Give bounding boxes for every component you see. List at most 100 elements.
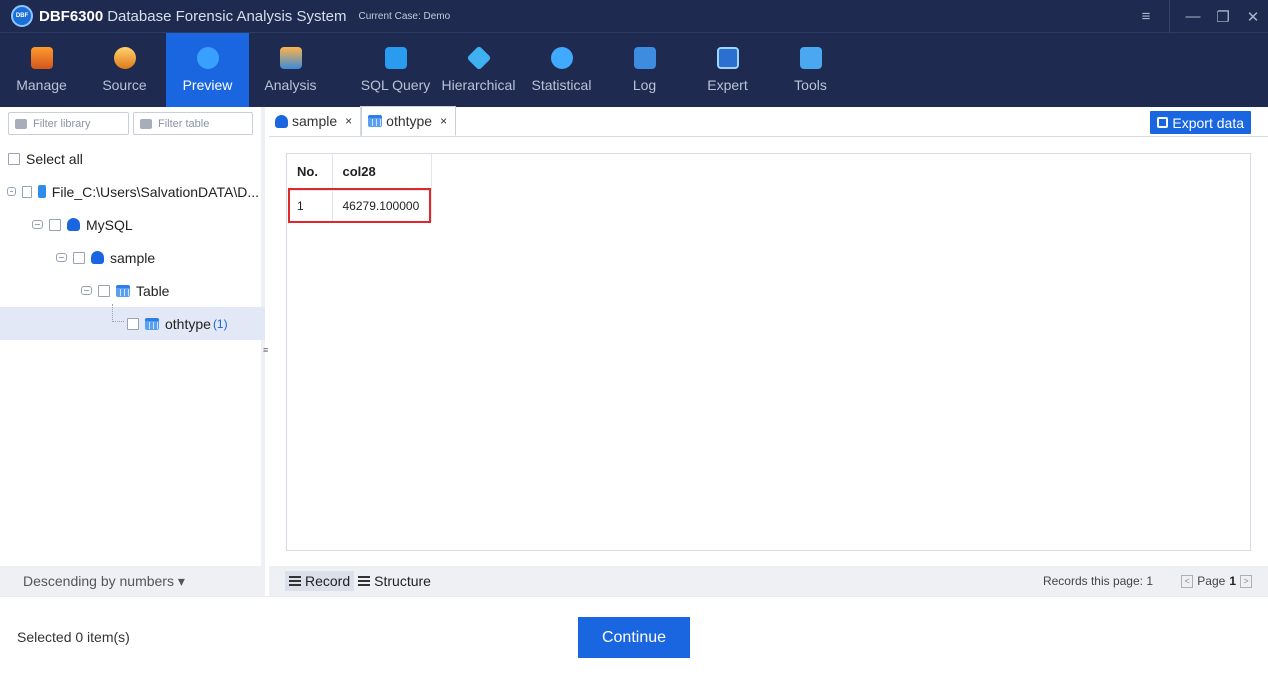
toolbar-label: Tools — [794, 77, 827, 93]
tree-item-file[interactable]: File_C:\Users\SalvationDATA\D... — [0, 175, 265, 208]
toolbar-log-button[interactable]: Log — [603, 33, 686, 107]
structure-icon — [358, 576, 371, 586]
collapse-icon[interactable] — [32, 220, 43, 229]
tools-icon — [799, 47, 822, 69]
tree-checkbox[interactable] — [127, 317, 139, 330]
close-tab-icon[interactable]: × — [440, 114, 447, 128]
select-all-row[interactable]: Select all — [0, 142, 265, 175]
selected-count: Selected 0 item(s) — [17, 629, 130, 645]
close-tab-icon[interactable]: × — [345, 114, 352, 128]
table-icon — [145, 317, 159, 330]
database-icon — [275, 114, 288, 128]
bottom-bar: Selected 0 item(s) Continue — [0, 596, 1268, 674]
panel-splitter-handle[interactable]: ≡ — [263, 345, 268, 355]
toolbar-manage-button[interactable]: Manage — [0, 33, 83, 107]
menu-icon[interactable]: ≡ — [1131, 8, 1161, 25]
toolbar-hierarchical-button[interactable]: Hierarchical — [437, 33, 520, 107]
divider — [1169, 0, 1170, 33]
main-toolbar: Manage Source Preview Analysis SQL Query… — [0, 33, 1268, 107]
filter-table-placeholder: Filter table — [157, 117, 210, 130]
export-data-button[interactable]: Export data — [1150, 111, 1251, 134]
record-view-label: Record — [305, 573, 351, 589]
close-icon[interactable]: ✕ — [1238, 8, 1268, 26]
pager: < Page 1 > — [1181, 574, 1252, 588]
toolbar-label: SQL Query — [360, 77, 431, 93]
export-icon — [1157, 117, 1169, 128]
list-icon — [289, 576, 301, 586]
log-icon — [633, 47, 656, 69]
sort-selector[interactable]: Descending by numbers ▾ — [0, 566, 265, 596]
app-name: DBF6300 — [39, 7, 104, 25]
toolbar-label: Log — [632, 77, 657, 93]
database-icon — [67, 218, 80, 231]
tree-item-table[interactable]: Table — [0, 274, 265, 307]
source-icon — [113, 47, 136, 69]
tree-item-label: File_C:\Users\SalvationDATA\D... — [51, 183, 259, 200]
toolbar-label: Statistical — [531, 77, 592, 93]
database-icon — [15, 118, 27, 129]
preview-icon — [196, 47, 219, 69]
tree-item-mysql[interactable]: MySQL — [0, 208, 265, 241]
minimize-icon[interactable]: — — [1178, 8, 1208, 25]
collapse-icon[interactable] — [81, 286, 92, 295]
restore-icon[interactable]: ❐ — [1208, 8, 1238, 26]
toolbar-sql-query-button[interactable]: SQL Query — [354, 33, 437, 107]
page-label: Page — [1197, 574, 1226, 588]
manage-icon — [30, 47, 53, 69]
tree-checkbox[interactable] — [98, 284, 110, 297]
tab-label: sample — [292, 113, 338, 129]
toolbar-source-button[interactable]: Source — [83, 33, 166, 107]
expert-icon — [716, 47, 739, 69]
tree-item-othtype[interactable]: othtype (1) — [0, 307, 265, 340]
prev-page-button[interactable]: < — [1181, 574, 1194, 588]
column-header-no[interactable]: No. — [287, 154, 333, 191]
page-number: 1 — [1229, 574, 1236, 588]
app-subtitle: Database Forensic Analysis System — [107, 7, 347, 25]
app-logo-icon: DBF — [11, 5, 33, 27]
tree-item-sample[interactable]: sample — [0, 241, 265, 274]
structure-view-button[interactable]: Structure — [354, 571, 435, 591]
toolbar-label: Manage — [16, 77, 67, 93]
toolbar-statistical-button[interactable]: Statistical — [520, 33, 603, 107]
hierarchical-icon — [466, 45, 491, 71]
toolbar-preview-button[interactable]: Preview — [166, 33, 249, 107]
highlight-box — [288, 188, 431, 223]
record-view-button[interactable]: Record — [285, 571, 355, 591]
tree-checkbox[interactable] — [49, 218, 61, 231]
tree-checkbox[interactable] — [73, 251, 85, 264]
tree-item-label: Table — [136, 282, 170, 299]
toolbar-label: Hierarchical — [441, 77, 516, 93]
tree-item-label: othtype — [165, 315, 211, 332]
tab-bar: sample × othtype × Export data — [269, 106, 1268, 137]
sql-query-icon — [384, 47, 407, 69]
collapse-icon[interactable] — [7, 187, 17, 196]
current-case: Current Case: Demo — [358, 10, 451, 22]
export-label: Export data — [1172, 114, 1244, 131]
select-all-checkbox[interactable] — [8, 152, 20, 165]
tab-sample[interactable]: sample × — [269, 106, 362, 136]
data-grid: No. col28 1 46279.100000 — [286, 153, 1251, 551]
toolbar-tools-button[interactable]: Tools — [769, 33, 852, 107]
table-header-row: No. col28 — [287, 154, 432, 191]
records-this-page: Records this page: 1 — [1042, 574, 1153, 588]
title-bar: DBF DBF6300 Database Forensic Analysis S… — [0, 0, 1268, 33]
filter-library-placeholder: Filter library — [33, 117, 91, 130]
tree-connector — [112, 304, 124, 322]
tab-othtype[interactable]: othtype × — [361, 106, 457, 136]
toolbar-expert-button[interactable]: Expert — [686, 33, 769, 107]
toolbar-label: Source — [102, 77, 147, 93]
toolbar-analysis-button[interactable]: Analysis — [249, 33, 332, 107]
collapse-icon[interactable] — [56, 253, 67, 262]
tree-checkbox[interactable] — [22, 185, 32, 198]
filter-bar: Filter library Filter table — [0, 107, 261, 135]
filter-library-input[interactable]: Filter library — [8, 112, 129, 135]
column-header-col28[interactable]: col28 — [332, 154, 432, 191]
filter-table-input[interactable]: Filter table — [132, 112, 253, 135]
continue-button[interactable]: Continue — [578, 617, 690, 658]
next-page-button[interactable]: > — [1240, 574, 1252, 588]
file-icon — [37, 185, 46, 198]
structure-view-label: Structure — [374, 573, 431, 589]
statistical-icon — [550, 47, 573, 69]
database-icon — [91, 251, 104, 264]
toolbar-label: Analysis — [264, 77, 317, 93]
